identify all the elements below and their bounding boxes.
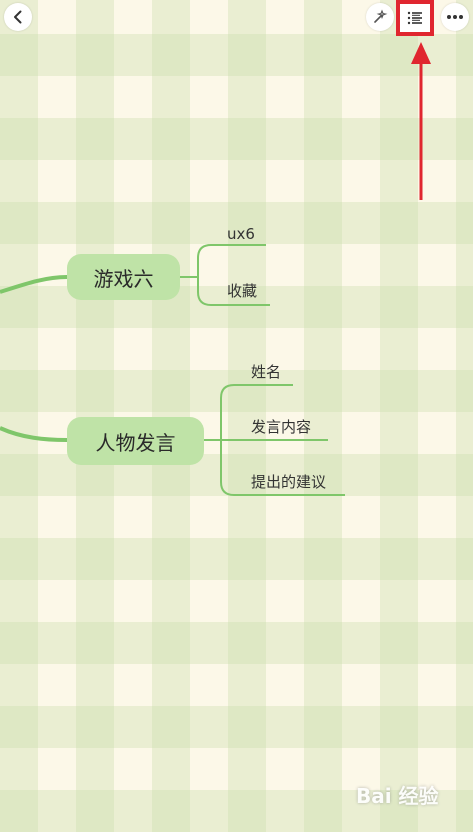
magic-wand-button[interactable] (366, 3, 394, 31)
branch-to-topic2 (0, 426, 68, 442)
topic-node-2[interactable]: 人物发言 (67, 417, 204, 465)
branch-to-topic1 (0, 275, 68, 294)
chevron-left-icon (14, 10, 22, 24)
subtopic-node[interactable]: 姓名 (251, 361, 281, 382)
list-icon (407, 11, 422, 25)
subtopic-node[interactable]: 收藏 (227, 280, 257, 301)
topic-node-2-label: 人物发言 (95, 430, 176, 455)
subtopic-node[interactable]: 提出的建议 (251, 471, 326, 492)
topic-node-1-label: 游戏六 (93, 266, 154, 291)
mindmap-connectors (0, 42, 431, 496)
red-arrow-head (411, 42, 431, 64)
magic-wand-icon (374, 9, 388, 23)
back-button[interactable] (4, 3, 32, 31)
subtopic-node[interactable]: 发言内容 (251, 416, 311, 437)
more-button[interactable] (441, 3, 469, 31)
topic-node-1[interactable]: 游戏六 (67, 254, 180, 300)
subtopic-node[interactable]: ux6 (227, 225, 255, 243)
more-horizontal-icon (447, 15, 463, 19)
outline-view-button[interactable] (396, 0, 434, 36)
connector-topic1-child1 (197, 244, 266, 277)
watermark: Bai 经验 (356, 784, 439, 808)
